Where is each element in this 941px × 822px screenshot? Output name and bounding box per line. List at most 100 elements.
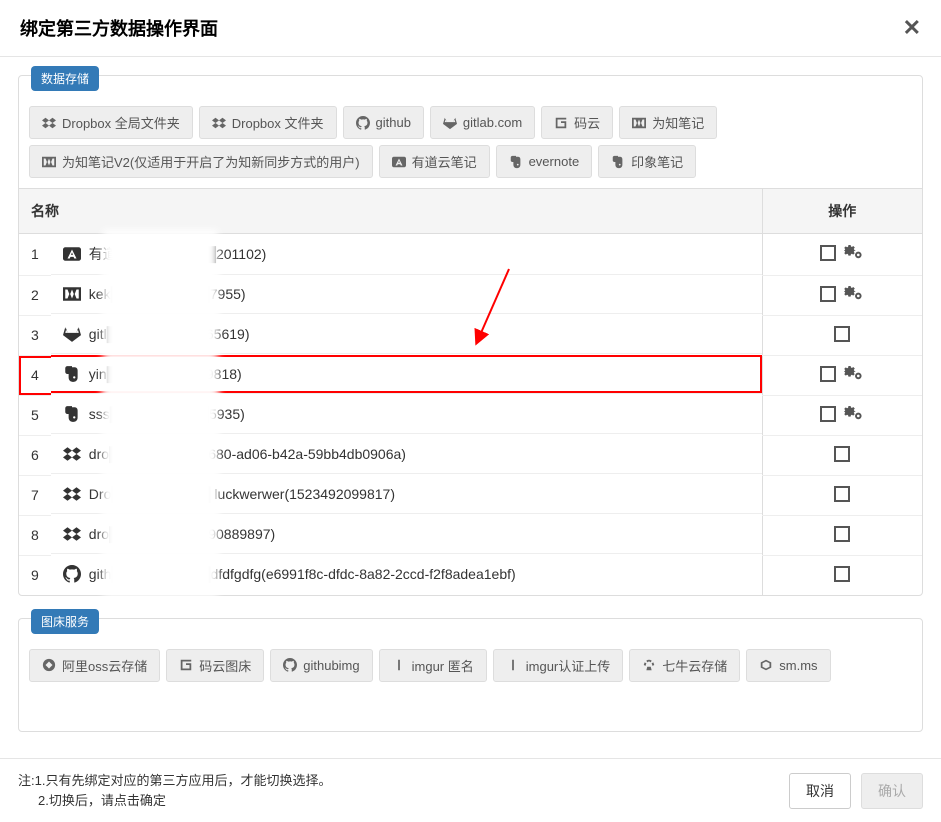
row-ops-cell	[762, 315, 922, 355]
row-name-cell: gith██████████dfdfgdfg(e6991f8c-dfdc-8a8…	[51, 555, 762, 593]
storage-btn-1[interactable]: Dropbox 文件夹	[199, 106, 337, 139]
imgbed-btn-2[interactable]: githubimg	[270, 649, 372, 682]
btn-label: evernote	[529, 154, 580, 169]
table-row: 4 yin██████████9818)	[19, 355, 922, 395]
youdao-icon	[392, 155, 406, 169]
row-index: 5	[19, 395, 51, 435]
storage-btn-6[interactable]: 为知笔记V2(仅适用于开启了为知新同步方式的用户)	[29, 145, 373, 178]
storage-btn-3[interactable]: gitlab.com	[430, 106, 535, 139]
table-row: 6 dro██████████680-ad06-b42a-59bb4db0906…	[19, 435, 922, 475]
confirm-button[interactable]: 确认	[861, 773, 923, 809]
qiniu-icon	[642, 658, 656, 672]
btn-label: 码云	[574, 113, 600, 132]
btn-label: 为知笔记V2(仅适用于开启了为知新同步方式的用户)	[62, 152, 360, 171]
evernote-icon	[611, 155, 625, 169]
row-name-text: 有道██████████201102)	[89, 244, 267, 264]
close-icon[interactable]: ✕	[903, 17, 921, 39]
row-name-text: gitl██████████65619)	[89, 326, 250, 342]
table-row: 1 有道██████████201102)	[19, 234, 922, 276]
storage-button-row: Dropbox 全局文件夹 Dropbox 文件夹githubgitlab.com…	[19, 98, 922, 188]
btn-label: imgur 匿名	[412, 656, 474, 675]
row-index: 1	[19, 234, 51, 276]
storage-btn-5[interactable]: 为知笔记	[619, 106, 717, 139]
modal-header: 绑定第三方数据操作界面 ✕	[0, 0, 941, 57]
row-checkbox[interactable]	[820, 245, 836, 261]
footer-note: 注:1.只有先绑定对应的第三方应用后，才能切换选择。 2.切换后，请点击确定	[18, 771, 331, 810]
imgbed-button-row: 阿里oss云存储 码云图床 githubimg imgur 匿名 imgur认证上传 七牛…	[19, 641, 922, 692]
modal-title: 绑定第三方数据操作界面	[20, 15, 218, 41]
imgbed-btn-4[interactable]: imgur认证上传	[493, 649, 624, 682]
gitlab-icon	[443, 116, 457, 130]
wiz-icon	[632, 116, 646, 130]
row-name-text: kek██████████7955)	[89, 286, 246, 302]
mayun-icon	[554, 116, 568, 130]
storage-btn-0[interactable]: Dropbox 全局文件夹	[29, 106, 193, 139]
row-settings-icon[interactable]	[844, 286, 864, 302]
table-row: 3 gitl██████████65619)	[19, 315, 922, 355]
btn-label: 阿里oss云存储	[62, 656, 147, 675]
aliyun-icon	[42, 658, 56, 672]
btn-label: imgur认证上传	[526, 656, 611, 675]
row-name-text: sss██████████5935)	[89, 406, 245, 422]
btn-label: 七牛云存储	[662, 656, 727, 675]
row-checkbox[interactable]	[834, 566, 850, 582]
table-row: 7 Dro██████████ luckwerwer(1523492099817…	[19, 475, 922, 515]
imgbed-btn-3[interactable]: imgur 匿名	[379, 649, 487, 682]
row-name-text: yin██████████9818)	[89, 366, 242, 382]
row-name-cell: kek██████████7955)	[51, 275, 762, 314]
row-checkbox[interactable]	[834, 326, 850, 342]
smms-icon	[759, 658, 773, 672]
row-ops-cell	[762, 395, 922, 435]
imgbed-btn-5[interactable]: 七牛云存储	[629, 649, 740, 682]
storage-btn-9[interactable]: 印象笔记	[598, 145, 696, 178]
btn-label: Dropbox 全局文件夹	[62, 113, 180, 132]
row-ops-cell	[762, 355, 922, 395]
row-ops-cell	[762, 515, 922, 555]
btn-label: sm.ms	[779, 658, 817, 673]
col-name: 名称	[19, 189, 762, 234]
btn-label: 码云图床	[199, 656, 251, 675]
row-settings-icon[interactable]	[844, 406, 864, 422]
btn-label: 印象笔记	[631, 152, 683, 171]
cancel-button[interactable]: 取消	[789, 773, 851, 809]
row-ops-cell	[762, 234, 922, 276]
row-name-text: dro██████████680-ad06-b42a-59bb4db0906a)	[89, 446, 406, 462]
row-checkbox[interactable]	[820, 286, 836, 302]
row-index: 6	[19, 435, 51, 475]
footer-note-line2: 2.切换后，请点击确定	[18, 791, 331, 811]
row-ops-cell	[762, 275, 922, 315]
evernote-icon	[509, 155, 523, 169]
row-index: 9	[19, 555, 51, 595]
footer-note-line1: 注:1.只有先绑定对应的第三方应用后，才能切换选择。	[18, 771, 331, 791]
row-ops-cell	[762, 555, 922, 595]
table-row: 9 gith██████████dfdfgdfg(e6991f8c-dfdc-8…	[19, 555, 922, 595]
modal-footer: 注:1.只有先绑定对应的第三方应用后，才能切换选择。 2.切换后，请点击确定 取…	[0, 758, 941, 822]
wiz-icon	[63, 285, 81, 303]
imgbed-btn-0[interactable]: 阿里oss云存储	[29, 649, 160, 682]
imgbed-btn-6[interactable]: sm.ms	[746, 649, 830, 682]
row-settings-icon[interactable]	[844, 245, 864, 261]
storage-btn-2[interactable]: github	[343, 106, 424, 139]
btn-label: 有道云笔记	[412, 152, 477, 171]
row-checkbox[interactable]	[834, 526, 850, 542]
table-row: 8 dro██████████90889897)	[19, 515, 922, 555]
row-checkbox[interactable]	[834, 446, 850, 462]
row-name-cell: 有道██████████201102)	[51, 234, 762, 275]
row-index: 8	[19, 515, 51, 555]
row-checkbox[interactable]	[820, 366, 836, 382]
github-icon	[283, 658, 297, 672]
row-name-text: dro██████████90889897)	[89, 526, 275, 542]
wiz-icon	[42, 155, 56, 169]
github-icon	[63, 565, 81, 583]
row-checkbox[interactable]	[820, 406, 836, 422]
row-name-cell: sss██████████5935)	[51, 395, 762, 434]
storage-btn-8[interactable]: evernote	[496, 145, 593, 178]
panel-label-storage: 数据存储	[31, 66, 99, 91]
imgbed-btn-1[interactable]: 码云图床	[166, 649, 264, 682]
row-checkbox[interactable]	[834, 486, 850, 502]
row-settings-icon[interactable]	[844, 366, 864, 382]
modal-body: 数据存储 Dropbox 全局文件夹 Dropbox 文件夹githubgitla…	[0, 57, 941, 749]
storage-btn-7[interactable]: 有道云笔记	[379, 145, 490, 178]
storage-btn-4[interactable]: 码云	[541, 106, 613, 139]
row-ops-cell	[762, 435, 922, 475]
